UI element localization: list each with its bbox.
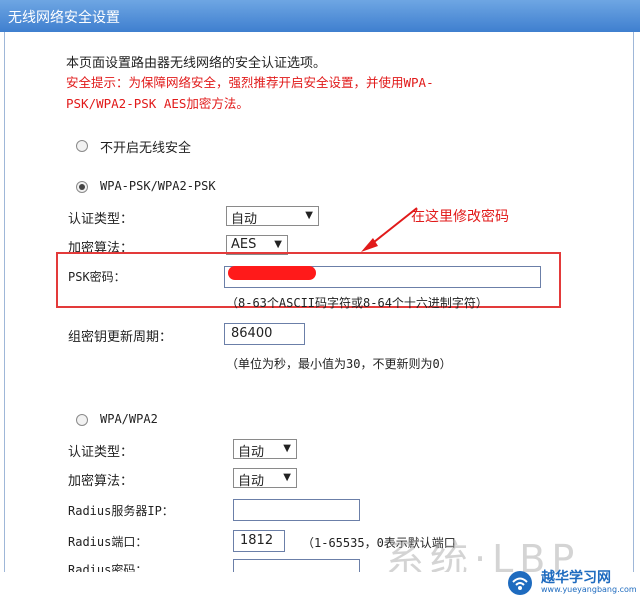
psk-auth-type-label: 认证类型： [68, 212, 134, 227]
radio-wpa-psk[interactable] [76, 181, 88, 193]
chevron-down-icon: ▼ [305, 210, 313, 221]
radius-ip-label: Radius服务器IP： [68, 504, 174, 518]
wifi-logo-icon [508, 571, 532, 595]
security-hint-line2: PSK/WPA2-PSK AES加密方法。 [66, 96, 249, 111]
brand-name: 越华学习网 [541, 570, 611, 586]
psk-auth-type-value: 自动 [231, 212, 258, 227]
radius-port-label: Radius端口： [68, 535, 148, 549]
psk-encryption-value: AES [231, 237, 257, 252]
brand-url: www.yueyangbang.com [541, 585, 637, 594]
wpa-psk-label: WPA-PSK/WPA2-PSK [100, 179, 216, 193]
chevron-down-icon: ▼ [283, 443, 291, 454]
intro-text: 本页面设置路由器无线网络的安全认证选项。 [66, 56, 327, 71]
psk-password-label: PSK密码： [68, 270, 126, 284]
page-title: 无线网络安全设置 [8, 10, 120, 26]
wpa-encryption-value: 自动 [238, 474, 265, 489]
group-key-value: 86400 [231, 326, 273, 341]
wpa-auth-type-label: 认证类型： [68, 445, 134, 460]
radius-port-value: 1812 [240, 533, 274, 548]
radius-port-input[interactable]: 1812 [233, 530, 285, 552]
wpa-encryption-select[interactable]: 自动 ▼ [233, 468, 297, 489]
chevron-down-icon: ▼ [274, 239, 282, 250]
wpa-label: WPA/WPA2 [100, 412, 158, 426]
wpa-auth-type-select[interactable]: 自动 ▼ [233, 439, 297, 460]
radius-ip-input[interactable] [233, 499, 360, 521]
wpa-encryption-label: 加密算法： [68, 474, 134, 489]
radio-no-security[interactable] [76, 140, 88, 152]
group-key-hint: （单位为秒，最小值为30，不更新则为0） [226, 357, 452, 371]
wpa-auth-type-value: 自动 [238, 445, 265, 460]
security-hint-line1: 安全提示：为保障网络安全，强烈推荐开启安全设置，并使用WPA- [66, 75, 434, 90]
psk-password-hint: （8-63个ASCII码字符或8-64个十六进制字符） [226, 296, 488, 310]
group-key-input[interactable]: 86400 [224, 323, 305, 345]
psk-auth-type-select[interactable]: 自动 ▼ [226, 206, 319, 227]
annotation-text: 在这里修改密码 [411, 209, 509, 225]
no-security-label: 不开启无线安全 [100, 141, 192, 156]
chevron-down-icon: ▼ [283, 472, 291, 483]
page-header: 无线网络安全设置 [0, 0, 640, 32]
group-key-label: 组密钥更新周期： [68, 330, 173, 345]
radio-wpa[interactable] [76, 414, 88, 426]
redaction-scribble [228, 266, 316, 280]
